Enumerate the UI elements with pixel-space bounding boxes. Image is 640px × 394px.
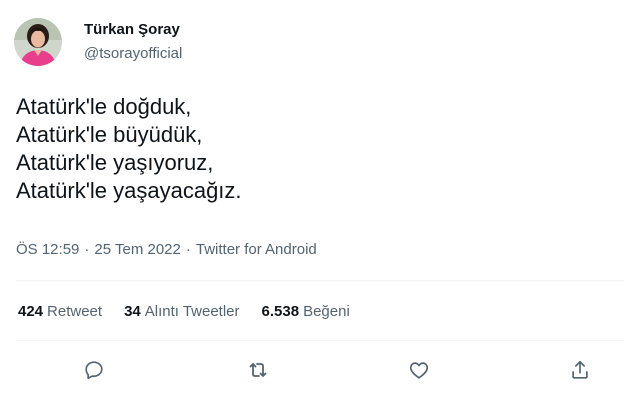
retweet-icon (249, 363, 267, 377)
avatar-image (14, 18, 62, 66)
tweet-source[interactable]: Twitter for Android (196, 241, 317, 258)
tweet-text-line: Atatürk'le doğduk, (16, 94, 192, 119)
author-handle[interactable]: @tsorayofficial (84, 44, 182, 64)
retweet-stat[interactable]: 424 Retweet (18, 302, 102, 322)
like-stat[interactable]: 6.538 Beğeni (262, 302, 350, 322)
author-display-name[interactable]: Türkan Şoray (84, 20, 182, 40)
like-label: Beğeni (303, 303, 350, 320)
retweet-label: Retweet (47, 303, 103, 320)
tweet-text-line: Atatürk'le yaşıyoruz, (16, 150, 214, 175)
tweet-meta: ÖS 12:59 · 25 Tem 2022 · Twitter for Android (16, 240, 317, 260)
quote-label: Alıntı Tweetler (144, 303, 240, 320)
tweet-text-line: Atatürk'le büyüdük, (16, 122, 203, 147)
reply-icon (85, 361, 103, 380)
share-icon (572, 360, 588, 379)
share-button[interactable] (566, 356, 594, 384)
retweet-button[interactable] (244, 356, 272, 384)
tweet-time[interactable]: ÖS 12:59 (16, 241, 79, 258)
quote-stat[interactable]: 34 Alıntı Tweetler (124, 302, 239, 322)
tweet-card: Türkan Şoray @tsorayofficial Atatürk'le … (0, 0, 640, 394)
tweet-date[interactable]: 25 Tem 2022 (94, 241, 180, 258)
divider (16, 280, 624, 281)
divider (16, 340, 624, 341)
quote-count: 34 (124, 303, 141, 320)
tweet-stats: 424 Retweet 34 Alıntı Tweetler 6.538 Beğeni (18, 302, 372, 322)
meta-separator: · (84, 241, 90, 258)
like-button[interactable] (405, 356, 433, 384)
reply-button[interactable] (80, 356, 108, 384)
avatar[interactable] (14, 18, 62, 66)
tweet-header: Türkan Şoray @tsorayofficial (14, 18, 182, 66)
tweet-text-line: Atatürk'le yaşayacağız. (16, 178, 242, 203)
heart-icon (409, 362, 429, 379)
like-count: 6.538 (261, 303, 300, 320)
tweet-text: Atatürk'le doğduk, Atatürk'le büyüdük, A… (16, 93, 616, 205)
retweet-count: 424 (18, 303, 44, 320)
author-names: Türkan Şoray @tsorayofficial (84, 20, 182, 64)
tweet-actions (0, 356, 640, 384)
meta-separator: · (185, 241, 191, 258)
